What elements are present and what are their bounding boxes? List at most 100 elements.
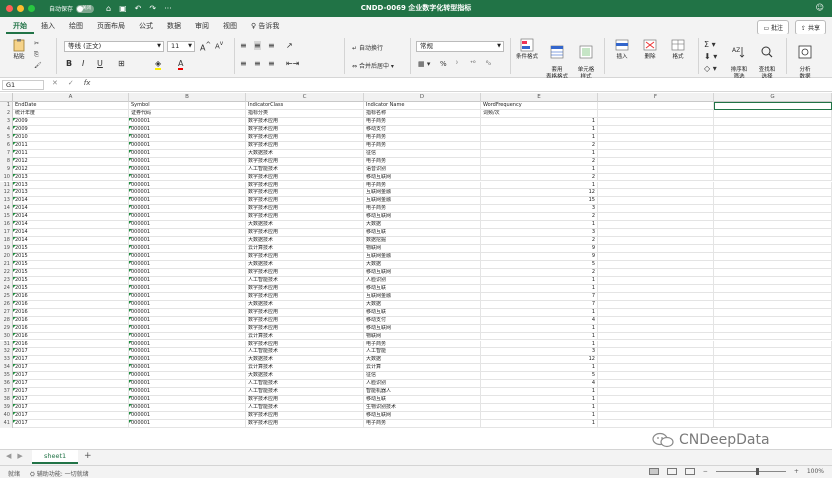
cell[interactable]: 000001 <box>129 372 246 381</box>
cell[interactable]: 2013 <box>13 181 129 190</box>
cell[interactable]: 征信 <box>364 149 481 158</box>
cell[interactable]: 数字技术应用 <box>246 125 364 134</box>
cell[interactable] <box>598 268 714 277</box>
cell[interactable] <box>714 268 832 277</box>
row-header[interactable]: 34 <box>0 364 13 373</box>
delete-cells-button[interactable]: 删除 <box>638 38 662 61</box>
cell[interactable]: 2014 <box>13 229 129 238</box>
cell-styles-button[interactable]: 单元格 样式 <box>572 38 600 80</box>
row-header[interactable]: 5 <box>0 133 13 142</box>
cell[interactable] <box>714 324 832 333</box>
cell[interactable] <box>598 388 714 397</box>
row-header[interactable]: 8 <box>0 157 13 166</box>
cell[interactable] <box>598 261 714 269</box>
cell[interactable]: 数字技术应用 <box>246 308 364 317</box>
cell[interactable] <box>598 412 714 420</box>
cell[interactable] <box>714 300 832 309</box>
cell[interactable]: 数字技术应用 <box>246 117 364 126</box>
cell[interactable]: 2 <box>481 213 598 222</box>
cell[interactable]: 2017 <box>13 388 129 397</box>
cell[interactable]: 9 <box>481 245 598 254</box>
cell[interactable] <box>598 109 714 118</box>
autosave-toggle[interactable]: 关闭 <box>76 4 95 13</box>
accessibility-status[interactable]: ⛭ 辅助功能: 一切就绪 <box>30 469 89 478</box>
cell[interactable]: 000001 <box>129 261 246 269</box>
cell[interactable]: 电子商务 <box>364 340 481 349</box>
cell[interactable]: 000001 <box>129 229 246 238</box>
row-header[interactable]: 41 <box>0 420 13 428</box>
cell[interactable]: 000001 <box>129 125 246 134</box>
tab-review[interactable]: 审阅 <box>188 21 216 34</box>
cell[interactable] <box>598 253 714 261</box>
cell[interactable]: 000001 <box>129 221 246 230</box>
cell[interactable]: 电子商务 <box>364 157 481 166</box>
cell[interactable]: 数字技术应用 <box>246 396 364 405</box>
cell[interactable] <box>714 396 832 405</box>
cell[interactable]: 1 <box>481 276 598 285</box>
row-header[interactable]: 14 <box>0 205 13 214</box>
cell[interactable]: 000001 <box>129 412 246 420</box>
cell[interactable] <box>598 396 714 405</box>
cell[interactable]: 2017 <box>13 404 129 413</box>
cell[interactable]: 7 <box>481 300 598 309</box>
row-header[interactable]: 25 <box>0 292 13 301</box>
cell[interactable]: 9 <box>481 253 598 261</box>
cell[interactable]: 1 <box>481 221 598 230</box>
cell[interactable]: 物联网 <box>364 245 481 254</box>
cell[interactable]: 数字技术应用 <box>246 284 364 293</box>
autosum-icon[interactable]: Σ ▾ <box>704 40 716 49</box>
italic-icon[interactable]: I <box>82 59 84 68</box>
cell[interactable]: 统计年度 <box>13 109 129 118</box>
cell[interactable]: 4 <box>481 380 598 389</box>
cell[interactable]: 大数据技术 <box>246 372 364 381</box>
cell[interactable] <box>714 109 832 118</box>
row-header[interactable]: 19 <box>0 245 13 254</box>
undo-icon[interactable]: ↶ <box>135 4 142 13</box>
cell[interactable]: 电子商务 <box>364 117 481 126</box>
row-header[interactable]: 2 <box>0 109 13 118</box>
cell[interactable] <box>714 340 832 349</box>
cell[interactable]: 000001 <box>129 292 246 301</box>
tab-data[interactable]: 数据 <box>160 21 188 34</box>
cell[interactable]: 大数据 <box>364 221 481 230</box>
cell[interactable]: 人工智能技术 <box>246 276 364 285</box>
cell[interactable] <box>598 213 714 222</box>
cell[interactable] <box>598 173 714 182</box>
cell[interactable]: 2 <box>481 141 598 150</box>
cell[interactable]: 数据挖掘 <box>364 237 481 246</box>
smile-icon[interactable]: ☺ <box>816 3 824 12</box>
row-header[interactable]: 16 <box>0 221 13 230</box>
cell[interactable] <box>598 308 714 317</box>
cell[interactable]: 移动互联 <box>364 229 481 238</box>
column-header-g[interactable]: G <box>714 93 832 102</box>
tab-view[interactable]: 视图 <box>216 21 244 34</box>
cell[interactable]: 云计算技术 <box>246 364 364 373</box>
cell[interactable] <box>598 149 714 158</box>
cell[interactable]: 2016 <box>13 316 129 325</box>
cell[interactable]: 000001 <box>129 332 246 341</box>
row-header[interactable]: 22 <box>0 268 13 277</box>
save-icon[interactable]: ▣ <box>119 4 127 13</box>
row-header[interactable]: 13 <box>0 197 13 206</box>
cell[interactable]: 云计算 <box>364 364 481 373</box>
column-header-e[interactable]: E <box>481 93 598 102</box>
cell[interactable]: Indicator Name <box>364 102 481 110</box>
row-header[interactable]: 28 <box>0 316 13 325</box>
cell[interactable] <box>598 237 714 246</box>
close-window-button[interactable] <box>6 5 13 12</box>
insert-cells-button[interactable]: 插入 <box>610 38 634 61</box>
tab-home[interactable]: 开始 <box>6 21 34 34</box>
cell[interactable]: 1 <box>481 133 598 142</box>
home-icon[interactable]: ⌂ <box>106 4 111 13</box>
cell[interactable] <box>714 412 832 420</box>
paste-button[interactable]: 粘贴 <box>8 38 30 61</box>
cell[interactable]: 数字技术应用 <box>246 181 364 190</box>
cell[interactable]: 2017 <box>13 372 129 381</box>
cell[interactable]: 2014 <box>13 205 129 214</box>
currency-icon[interactable]: ▦ ▾ <box>418 60 430 68</box>
cell[interactable]: 移动支付 <box>364 125 481 134</box>
cell[interactable] <box>598 181 714 190</box>
cell[interactable] <box>714 372 832 381</box>
minimize-window-button[interactable] <box>17 5 24 12</box>
cell[interactable]: 000001 <box>129 308 246 317</box>
